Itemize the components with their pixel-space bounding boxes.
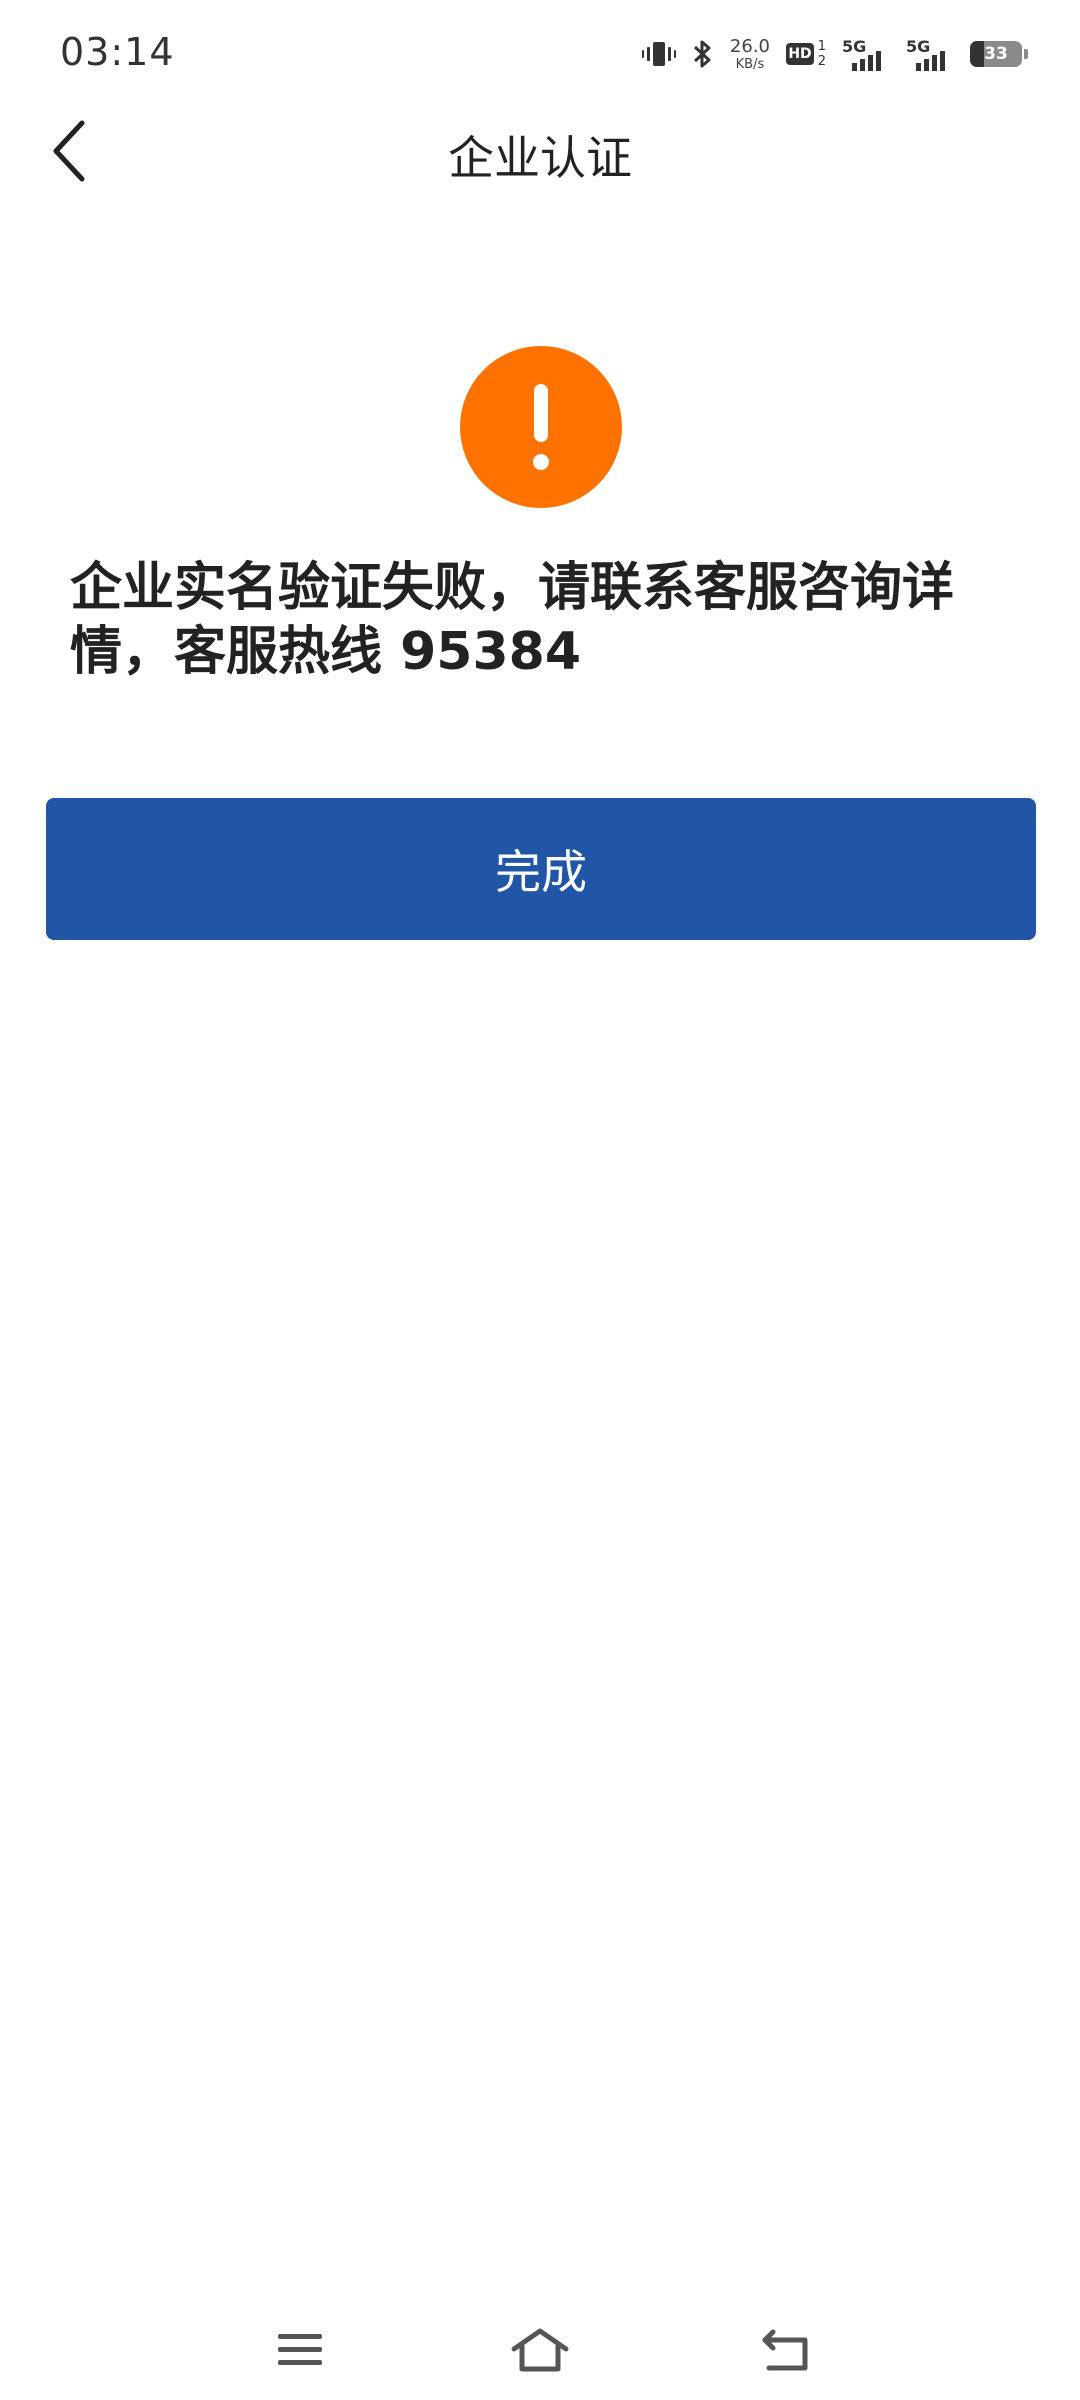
net-speed-value: 26.0: [729, 35, 770, 57]
status-bar: 03:14 26.0 KB/s HD 1 2 5G 5G 33: [0, 0, 1080, 110]
done-button[interactable]: 完成: [46, 798, 1036, 940]
nav-header: 企业认证: [0, 110, 1080, 190]
battery-icon: 33: [970, 41, 1028, 67]
system-nav-bar: [0, 2300, 1080, 2400]
page-title: 企业认证: [448, 131, 632, 185]
battery-level: 33: [984, 44, 1008, 64]
status-icons: 26.0 KB/s HD 1 2 5G 5G 33: [641, 34, 1028, 74]
warning-icon-bar: [534, 384, 548, 442]
signal-5g-icon: 5G: [906, 37, 954, 71]
sim-index-bottom: 2: [817, 54, 826, 69]
hd-label: HD: [786, 43, 814, 65]
result-message: 企业实名验证失败，请联系客服咨询详情，客服热线 95384: [70, 558, 955, 682]
net-speed: 26.0 KB/s: [729, 35, 770, 72]
back-icon[interactable]: [745, 2320, 825, 2380]
sim-index-top: 1: [817, 39, 826, 54]
signal-5g-icon: 5G: [842, 37, 890, 71]
warning-icon-dot: [533, 454, 549, 470]
menu-icon[interactable]: [260, 2320, 340, 2380]
warning-icon: [460, 346, 622, 508]
hd-volte-icon: HD 1 2: [786, 39, 826, 69]
vibrate-icon: [641, 39, 676, 69]
signal-bars: [852, 51, 881, 71]
sim-index: 1 2: [818, 39, 826, 69]
status-time: 03:14: [60, 30, 175, 74]
home-icon[interactable]: [500, 2320, 580, 2380]
net-speed-unit: KB/s: [735, 56, 765, 72]
signal-bars: [916, 51, 945, 71]
bluetooth-icon: [692, 38, 714, 70]
